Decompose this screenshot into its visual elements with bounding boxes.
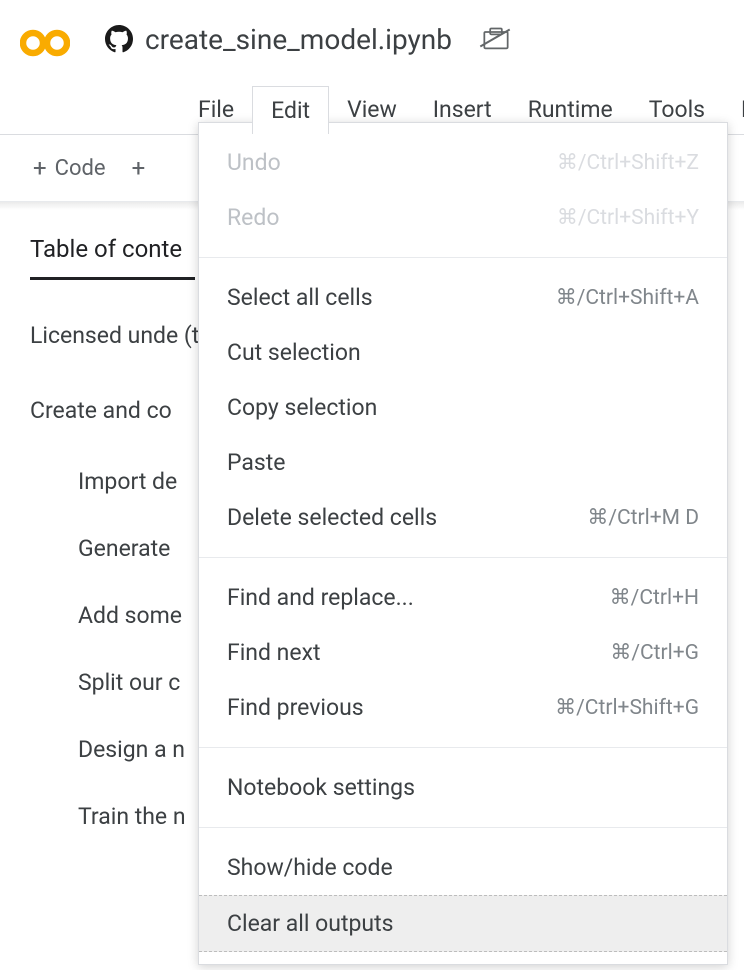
menu-item-copy-selection[interactable]: Copy selection [199, 380, 727, 435]
menu-item-label: Select all cells [227, 284, 373, 311]
toc-title: Table of conte [30, 220, 195, 280]
header: create_sine_model.ipynb [0, 0, 744, 78]
menu-item-undo: Undo ⌘/Ctrl+Shift+Z [199, 135, 727, 190]
menu-item-label: Notebook settings [227, 774, 415, 801]
menu-item-label: Copy selection [227, 394, 377, 421]
title-area: create_sine_model.ipynb [105, 23, 510, 64]
menu-item-find-and-replace-[interactable]: Find and replace... ⌘/Ctrl+H [199, 570, 727, 625]
menu-item-paste[interactable]: Paste [199, 435, 727, 490]
menu-item-label: Find previous [227, 694, 364, 721]
add-code-label: Code [55, 156, 106, 181]
menu-item-shortcut: ⌘/Ctrl+Shift+Z [557, 150, 699, 175]
colab-logo [20, 28, 70, 78]
menu-item-clear-all-outputs[interactable]: Clear all outputs [199, 895, 727, 952]
add-code-button[interactable]: + Code [25, 150, 114, 186]
menu-item-label: Paste [227, 449, 286, 476]
menu-item-cut-selection[interactable]: Cut selection [199, 325, 727, 380]
menu-item-select-all-cells[interactable]: Select all cells ⌘/Ctrl+Shift+A [199, 270, 727, 325]
menu-item-shortcut: ⌘/Ctrl+H [610, 585, 699, 610]
menu-item-label: Delete selected cells [227, 504, 437, 531]
drive-disabled-icon [482, 25, 510, 53]
menu-item-label: Cut selection [227, 339, 361, 366]
menu-item-label: Clear all outputs [227, 910, 393, 937]
menu-item-show-hide-code[interactable]: Show/hide code [199, 840, 727, 895]
notebook-title[interactable]: create_sine_model.ipynb [145, 23, 452, 56]
menu-item-delete-selected-cells[interactable]: Delete selected cells ⌘/Ctrl+M D [199, 490, 727, 545]
plus-icon: + [132, 154, 146, 182]
menu-item-shortcut: ⌘/Ctrl+Shift+G [555, 695, 699, 720]
menu-item-shortcut: ⌘/Ctrl+Shift+Y [557, 205, 699, 230]
menu-item-label: Find next [227, 639, 321, 666]
menu-item-shortcut: ⌘/Ctrl+G [610, 640, 699, 665]
menu-item-label: Redo [227, 204, 279, 231]
menu-item-find-next[interactable]: Find next ⌘/Ctrl+G [199, 625, 727, 680]
plus-icon: + [33, 154, 47, 182]
menu-item-label: Show/hide code [227, 854, 393, 881]
add-text-button[interactable]: + [124, 150, 154, 186]
menu-item-find-previous[interactable]: Find previous ⌘/Ctrl+Shift+G [199, 680, 727, 735]
menu-item-shortcut: ⌘/Ctrl+M D [587, 505, 699, 530]
edit-menu-dropdown: Undo ⌘/Ctrl+Shift+Z Redo ⌘/Ctrl+Shift+Y Sele… [198, 122, 728, 965]
menu-edit[interactable]: Edit [252, 86, 329, 134]
github-icon [105, 25, 133, 53]
menu-item-label: Undo [227, 149, 281, 176]
menu-item-redo: Redo ⌘/Ctrl+Shift+Y [199, 190, 727, 245]
menu-item-notebook-settings[interactable]: Notebook settings [199, 760, 727, 815]
menu-item-label: Find and replace... [227, 584, 414, 611]
menu-item-shortcut: ⌘/Ctrl+Shift+A [556, 285, 699, 310]
